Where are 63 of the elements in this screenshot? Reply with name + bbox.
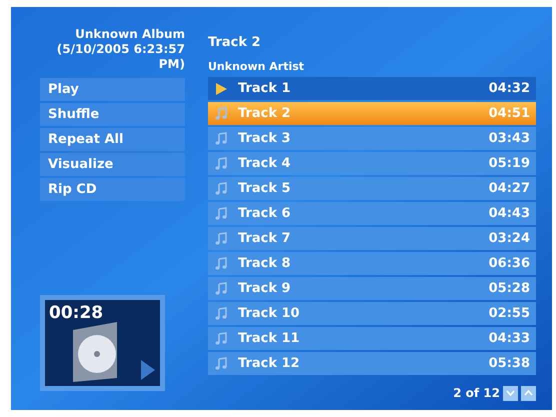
track-row[interactable]: Track 9 05:28 — [208, 277, 536, 300]
track-duration: 04:33 — [488, 330, 530, 348]
music-note-icon — [214, 156, 228, 170]
track-duration: 05:19 — [488, 154, 530, 173]
track-row[interactable]: Track 11 04:33 — [208, 327, 536, 350]
track-name: Track 1 — [238, 80, 292, 98]
menu-item[interactable]: Rip CD — [40, 178, 185, 201]
track-duration: 04:43 — [488, 204, 530, 223]
track-row[interactable]: Track 1 04:32 — [208, 77, 536, 100]
music-note-icon — [214, 132, 228, 146]
track-duration: 04:51 — [488, 104, 530, 123]
track-name: Track 7 — [238, 230, 292, 248]
track-duration: 04:27 — [488, 180, 530, 198]
artist-name: Unknown Artist — [208, 60, 306, 74]
music-note-icon — [214, 356, 228, 370]
track-title: Track 2 — [208, 35, 262, 51]
elapsed-time: 00:28 — [49, 302, 104, 325]
menu-item[interactable]: Shuffle — [40, 103, 185, 126]
track-duration: 03:24 — [488, 230, 530, 248]
track-row[interactable]: Track 8 06:36 — [208, 252, 536, 275]
music-note-icon — [214, 206, 228, 220]
track-name: Track 10 — [238, 304, 301, 323]
page-up-button[interactable] — [521, 386, 536, 400]
music-note-icon — [214, 232, 228, 246]
track-name: Track 6 — [238, 204, 292, 223]
track-name: Track 5 — [238, 180, 292, 198]
music-note-icon — [214, 332, 228, 346]
music-note-icon — [214, 106, 228, 120]
track-row[interactable]: Track 6 04:43 — [208, 202, 536, 225]
track-row[interactable]: Track 2 04:51 — [208, 102, 536, 125]
menu-item[interactable]: Repeat All — [40, 128, 185, 151]
menu-item[interactable]: Visualize — [40, 153, 185, 176]
now-playing-thumbnail[interactable]: 00:28 — [40, 295, 165, 391]
track-duration: 05:28 — [488, 280, 530, 298]
music-note-icon — [214, 256, 228, 270]
track-name: Track 4 — [238, 154, 292, 173]
track-name: Track 11 — [238, 330, 301, 348]
chevron-up-icon — [524, 390, 533, 396]
track-duration: 06:36 — [488, 254, 530, 273]
track-row[interactable]: Track 3 03:43 — [208, 127, 536, 150]
track-duration: 03:43 — [488, 130, 530, 148]
track-row[interactable]: Track 5 04:27 — [208, 177, 536, 200]
track-name: Track 8 — [238, 254, 292, 273]
music-note-icon — [214, 282, 228, 296]
track-row[interactable]: Track 4 05:19 — [208, 152, 536, 175]
track-name: Track 9 — [238, 280, 292, 298]
play-icon — [214, 82, 228, 96]
page-down-button[interactable] — [503, 386, 518, 400]
track-duration: 04:32 — [488, 80, 530, 98]
track-row[interactable]: Track 12 05:38 — [208, 352, 536, 375]
track-duration: 02:55 — [488, 304, 530, 323]
track-duration: 05:38 — [488, 354, 530, 373]
track-name: Track 3 — [238, 130, 292, 148]
page-indicator: 2 of 12 — [453, 385, 500, 402]
album-title: Unknown Album (5/10/2005 6:23:57 PM) — [56, 27, 185, 73]
music-note-icon — [214, 306, 228, 320]
music-note-icon — [214, 182, 228, 196]
track-row[interactable]: Track 7 03:24 — [208, 227, 536, 250]
menu-item[interactable]: Play — [40, 78, 185, 101]
track-row[interactable]: Track 10 02:55 — [208, 302, 536, 325]
chevron-down-icon — [506, 390, 515, 396]
track-name: Track 2 — [238, 104, 292, 123]
track-name: Track 12 — [238, 354, 301, 373]
